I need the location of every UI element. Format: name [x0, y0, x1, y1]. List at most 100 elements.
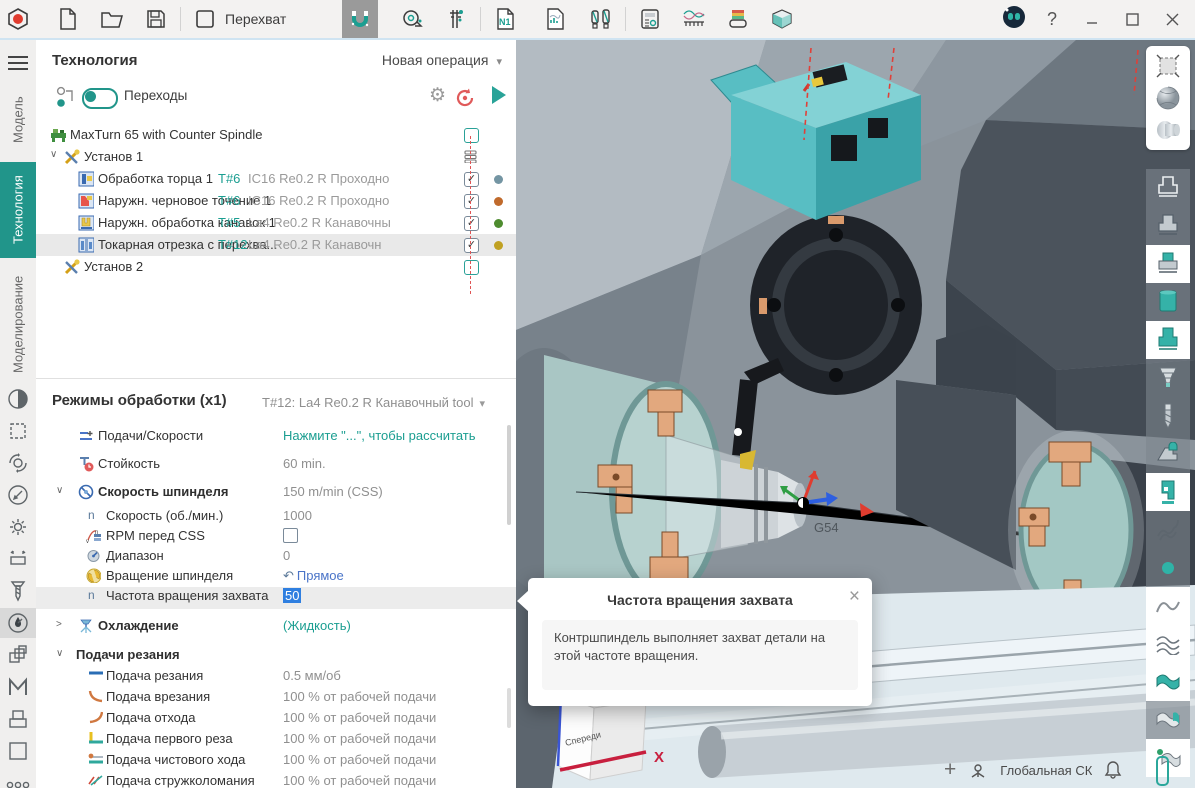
- stock-box-button[interactable]: [764, 2, 800, 36]
- operation-checkbox[interactable]: ✓: [464, 172, 479, 187]
- param-cutting-feeds-group[interactable]: ∨ Подачи резания: [36, 646, 516, 667]
- notifications-bell-icon[interactable]: [1104, 760, 1122, 780]
- layers-stack-button[interactable]: [720, 2, 756, 36]
- app-logo-icon[interactable]: [0, 2, 36, 36]
- toolbar-end-pill[interactable]: [1156, 756, 1169, 786]
- macro-m-icon[interactable]: [0, 672, 36, 702]
- rpm-before-css-checkbox[interactable]: [283, 528, 298, 543]
- assistant-robot-icon[interactable]: [1001, 4, 1027, 35]
- recalculate-icon[interactable]: [454, 87, 476, 109]
- param-rpm[interactable]: n Скорость (об./мин.) 1000: [36, 507, 516, 527]
- settings-gear-icon[interactable]: [0, 512, 36, 542]
- tab-technology[interactable]: Технология: [0, 162, 36, 258]
- stock-stack-icon[interactable]: [0, 704, 36, 734]
- calculator-button[interactable]: [632, 2, 668, 36]
- fixture-cone-button[interactable]: [1146, 359, 1190, 397]
- more-dots-icon[interactable]: [0, 770, 36, 788]
- stock-part-button[interactable]: [1146, 245, 1190, 283]
- surface-waves-button[interactable]: [1146, 625, 1190, 663]
- drill-tool-icon[interactable]: [0, 576, 36, 606]
- machine-lathe-display-button[interactable]: [1146, 435, 1190, 473]
- chevron-expanded-icon[interactable]: ∨: [50, 149, 57, 160]
- grab-rpm-input[interactable]: 50: [283, 588, 301, 603]
- stock-solid-button[interactable]: [1146, 207, 1190, 245]
- new-file-button[interactable]: [50, 2, 86, 36]
- tree-row-operation[interactable]: Наружн. черновое точение 1 T#6 IC16 Re0.…: [36, 190, 516, 212]
- stock-wireframe-button[interactable]: [1146, 169, 1190, 207]
- transitions-toggle[interactable]: [82, 88, 118, 109]
- add-wcs-button[interactable]: +: [944, 758, 956, 782]
- tool-library-button[interactable]: [583, 2, 619, 36]
- open-file-button[interactable]: [94, 2, 130, 36]
- param-grab-rpm-row[interactable]: n Частота вращения захвата 50: [36, 587, 516, 609]
- param-rpm-before-css[interactable]: vn RPM перед CSS: [36, 527, 516, 547]
- wcs-selector[interactable]: Глобальная СК: [1000, 763, 1092, 778]
- run-simulation-icon[interactable]: [492, 86, 506, 104]
- close-icon[interactable]: ×: [849, 586, 860, 608]
- tab-model[interactable]: Модель: [0, 84, 36, 156]
- chevron-expanded-icon[interactable]: ∨: [56, 648, 63, 659]
- tree-row-setup1[interactable]: ∨ Установ 1: [36, 146, 516, 168]
- measure-tape-button[interactable]: [394, 2, 430, 36]
- param-spindle-rotation[interactable]: Вращение шпинделя ↶Прямое: [36, 567, 516, 587]
- report-button[interactable]: [537, 2, 573, 36]
- operation-checkbox[interactable]: ✓: [464, 216, 479, 231]
- help-button[interactable]: ?: [1037, 4, 1067, 34]
- tree-row-operation[interactable]: Обработка торца 1 T#6 IC16 Re0.2 R Прохо…: [36, 168, 516, 190]
- layers-icon[interactable]: [0, 640, 36, 670]
- chevron-expanded-icon[interactable]: ∨: [56, 485, 63, 496]
- blank-square-icon[interactable]: [0, 736, 36, 766]
- param-spindle-speed-group[interactable]: ∨ Скорость шпинделя 150 m/min (CSS): [36, 483, 516, 507]
- surface-gray-flag-button[interactable]: [1146, 701, 1190, 739]
- close-button[interactable]: [1157, 4, 1187, 34]
- tree-row-operation-selected[interactable]: Токарная отрезка с перехва... T#12 La4 R…: [36, 234, 516, 256]
- param-feeds-speeds[interactable]: Подачи/Скорости Нажмите "...", чтобы рас…: [36, 427, 516, 455]
- shaded-sphere-button[interactable]: [1146, 82, 1190, 114]
- nc-program-button[interactable]: N1: [487, 2, 523, 36]
- param-range[interactable]: Диапазон 0: [36, 547, 516, 567]
- param-first-cut-feed[interactable]: Подача первого реза 100 % от рабочей под…: [36, 730, 516, 751]
- tree-structure-icon[interactable]: [56, 86, 76, 108]
- transform-icon[interactable]: [0, 544, 36, 574]
- save-button[interactable]: [138, 2, 174, 36]
- shading-theme-icon[interactable]: [0, 384, 36, 414]
- tool-selector-dropdown[interactable]: T#12: La4 Re0.2 R Канавочный tool▾: [262, 395, 485, 410]
- param-coolant-group[interactable]: > Охлаждение (Жидкость): [36, 617, 516, 646]
- point-display-button[interactable]: [1146, 549, 1190, 587]
- tool-display-button[interactable]: [1146, 397, 1190, 435]
- calculate-link[interactable]: Нажмите "...", чтобы рассчитать: [283, 428, 476, 443]
- setup-checkbox[interactable]: [464, 260, 479, 275]
- rotation-direction-value[interactable]: ↶Прямое: [283, 568, 344, 584]
- rotate-view-icon[interactable]: [0, 448, 36, 478]
- param-cutting-feed[interactable]: Подача резания 0.5 мм/об: [36, 667, 516, 688]
- compass-icon[interactable]: [0, 480, 36, 510]
- magnet-snap-button[interactable]: [342, 0, 378, 38]
- coolant-gauge-icon[interactable]: [0, 608, 36, 638]
- statistics-button[interactable]: [676, 2, 712, 36]
- chevron-collapsed-icon[interactable]: >: [56, 619, 62, 630]
- zoom-fit-button[interactable]: [1146, 50, 1190, 82]
- minimize-button[interactable]: [1077, 4, 1107, 34]
- param-finish-pass-feed[interactable]: Подача чистового хода 100 % от рабочей п…: [36, 751, 516, 772]
- operation-checkbox[interactable]: ✓: [464, 194, 479, 209]
- part-solid-button[interactable]: [1146, 283, 1190, 321]
- caliper-button[interactable]: [438, 2, 474, 36]
- tab-modeling[interactable]: Моделирование: [0, 264, 36, 384]
- params-scrollbar[interactable]: [507, 425, 511, 525]
- param-plunge-feed[interactable]: Подача врезания 100 % от рабочей подачи: [36, 688, 516, 709]
- machine-mill-display-button[interactable]: [1146, 473, 1190, 511]
- stock-cylinder-button[interactable]: [1146, 114, 1190, 146]
- toolpath-display-button[interactable]: [1146, 511, 1190, 549]
- capture-window-icon[interactable]: [187, 2, 223, 36]
- curve-display-button[interactable]: [1146, 587, 1190, 625]
- tree-row-setup2[interactable]: Установ 2: [36, 256, 516, 278]
- tree-row-machine[interactable]: MaxTurn 65 with Counter Spindle: [36, 124, 516, 146]
- param-retract-feed[interactable]: Подача отхода 100 % от рабочей подачи: [36, 709, 516, 730]
- tree-row-operation[interactable]: Наружн. обработка канавок 1 T#5 La4 Re0.…: [36, 212, 516, 234]
- params-scrollbar-segment[interactable]: [507, 688, 511, 728]
- new-operation-dropdown[interactable]: Новая операция▾: [382, 52, 502, 68]
- surface-teal-flag-button[interactable]: [1146, 663, 1190, 701]
- part-stepped-button[interactable]: [1146, 321, 1190, 359]
- selection-box-icon[interactable]: [0, 416, 36, 446]
- gear-icon[interactable]: ⚙: [429, 84, 446, 107]
